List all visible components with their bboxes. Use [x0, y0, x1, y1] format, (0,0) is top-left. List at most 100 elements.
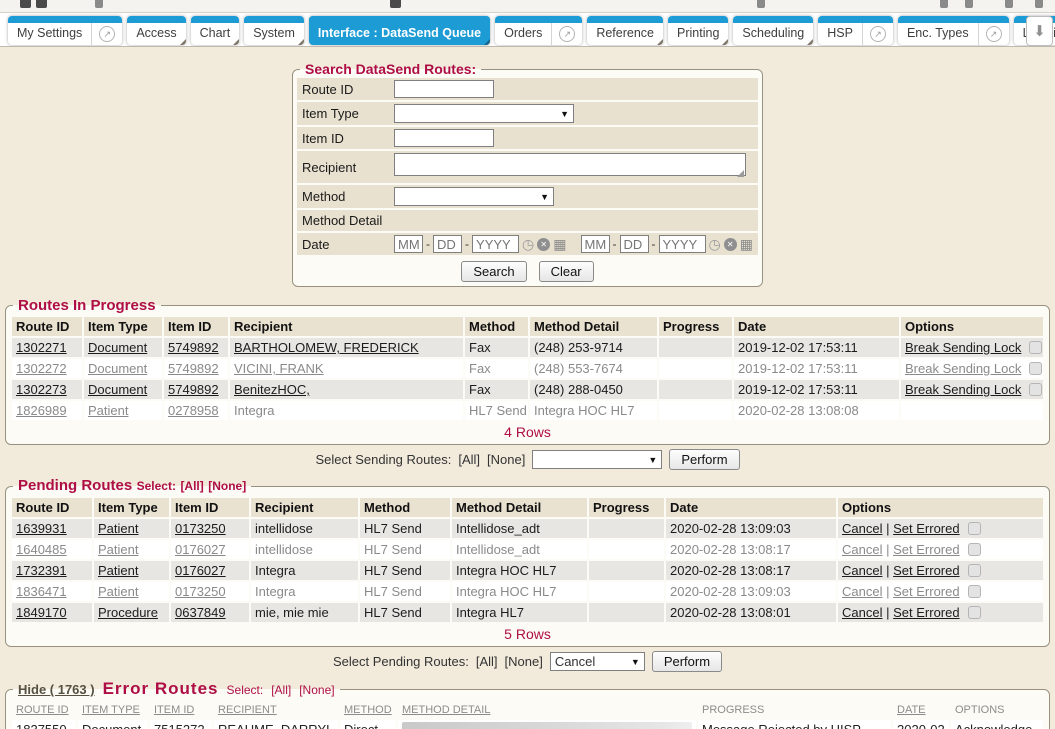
item-type-link[interactable]: Patient — [98, 584, 138, 599]
route-id-link[interactable]: 1836471 — [16, 584, 67, 599]
set-errored-link[interactable]: Set Errored — [893, 542, 959, 557]
perform-pending-button[interactable]: Perform — [652, 651, 722, 672]
sort-link[interactable]: ITEM TYPE — [82, 704, 140, 716]
select-all-link[interactable]: [All] — [180, 479, 203, 493]
toolbar-icon[interactable] — [1035, 0, 1043, 8]
item-id-link[interactable]: 5749892 — [168, 340, 219, 355]
clock-icon[interactable]: ◷ — [522, 237, 534, 251]
row-select-checkbox[interactable] — [1029, 362, 1042, 375]
end-year-input[interactable] — [659, 235, 706, 253]
item-type-link[interactable]: Patient — [98, 542, 138, 557]
item-type-link[interactable]: Document — [88, 361, 147, 376]
set-errored-link[interactable]: Set Errored — [893, 563, 959, 578]
route-id-link[interactable]: 1849170 — [16, 605, 67, 620]
item-id-link[interactable]: 0173250 — [175, 584, 226, 599]
clear-date-icon[interactable]: ✕ — [537, 238, 550, 251]
toolbar-icon[interactable] — [390, 0, 401, 8]
sort-link[interactable]: DATE — [897, 704, 926, 716]
item-type-link[interactable]: Procedure — [98, 605, 158, 620]
row-select-checkbox[interactable] — [968, 522, 981, 535]
set-errored-link[interactable]: Set Errored — [893, 584, 959, 599]
search-button[interactable]: Search — [461, 261, 526, 282]
calendar-icon[interactable]: ▦ — [553, 237, 566, 251]
cancel-link[interactable]: Cancel — [842, 563, 882, 578]
select-none-link[interactable]: [None] — [505, 654, 543, 669]
sending-action-select[interactable]: ▼ — [532, 450, 662, 469]
item-id-link[interactable]: 0176027 — [175, 542, 226, 557]
tab-system[interactable]: System — [244, 16, 304, 45]
item-type-link[interactable]: Document — [88, 340, 147, 355]
item-id-link[interactable]: 5749892 — [168, 382, 219, 397]
toolbar-icon[interactable] — [965, 0, 973, 8]
calendar-icon[interactable]: ▦ — [740, 237, 753, 251]
item-id-link[interactable]: 0176027 — [175, 563, 226, 578]
error-options-links[interactable]: Acknowledge | Resend | — [955, 722, 1032, 729]
break-sending-lock-link[interactable]: Break Sending Lock — [905, 361, 1021, 376]
toolbar-icon[interactable] — [1005, 0, 1013, 8]
tab-chart[interactable]: Chart — [191, 16, 240, 45]
resize-handle-icon[interactable] — [737, 170, 744, 177]
sort-link[interactable]: RECIPIENT — [218, 704, 277, 716]
item-id-input[interactable] — [394, 129, 494, 147]
tab-reference[interactable]: Reference — [587, 16, 663, 45]
row-select-checkbox[interactable] — [968, 585, 981, 598]
recipient-link[interactable]: BARTHOLOMEW, FREDERICK — [234, 340, 419, 355]
route-id-link[interactable]: 1732391 — [16, 563, 67, 578]
clock-icon[interactable]: ◷ — [709, 237, 721, 251]
clear-date-icon[interactable]: ✕ — [724, 238, 737, 251]
cancel-link[interactable]: Cancel — [842, 605, 882, 620]
tab-my-settings[interactable]: My Settings ↗ — [8, 16, 122, 45]
tab-enc-types[interactable]: Enc. Types ↗ — [898, 16, 1009, 45]
row-select-checkbox[interactable] — [968, 606, 981, 619]
toolbar-icon[interactable] — [757, 0, 765, 8]
recipient-input[interactable] — [394, 153, 746, 176]
end-month-input[interactable] — [581, 235, 610, 253]
route-id-link[interactable]: 1302272 — [16, 361, 67, 376]
tab-overflow-down-button[interactable]: ⬇ — [1026, 16, 1053, 46]
select-none-link[interactable]: [None] — [208, 479, 246, 493]
toolbar-icon[interactable] — [20, 0, 31, 8]
recipient-link[interactable]: VICINI, FRANK — [234, 361, 324, 376]
row-select-checkbox[interactable] — [1029, 341, 1042, 354]
tab-hsp[interactable]: HSP ↗ — [818, 16, 893, 45]
end-day-input[interactable] — [620, 235, 649, 253]
select-none-link[interactable]: [None] — [299, 683, 334, 697]
set-errored-link[interactable]: Set Errored — [893, 605, 959, 620]
route-id-input[interactable] — [394, 80, 494, 98]
select-all-link[interactable]: [All] — [476, 654, 498, 669]
item-type-link[interactable]: Patient — [98, 521, 138, 536]
cancel-link[interactable]: Cancel — [842, 584, 882, 599]
route-id-link[interactable]: 1826989 — [16, 403, 67, 418]
method-select[interactable]: ▼ — [394, 187, 554, 206]
tab-scheduling[interactable]: Scheduling — [733, 16, 813, 45]
select-all-link[interactable]: [All] — [271, 683, 291, 697]
item-id-link[interactable]: 0637849 — [175, 605, 226, 620]
item-id-link[interactable]: 0173250 — [175, 521, 226, 536]
row-select-checkbox[interactable] — [1029, 383, 1042, 396]
toolbar-icon[interactable] — [95, 0, 103, 8]
item-type-link[interactable]: Patient — [98, 563, 138, 578]
set-errored-link[interactable]: Set Errored — [893, 521, 959, 536]
row-select-checkbox[interactable] — [968, 543, 981, 556]
route-id-link[interactable]: 1639931 — [16, 521, 67, 536]
hide-errors-link[interactable]: Hide ( 1763 ) — [18, 682, 95, 697]
item-type-select[interactable]: ▼ — [394, 104, 574, 123]
route-id-link[interactable]: 1640485 — [16, 542, 67, 557]
tab-printing[interactable]: Printing — [668, 16, 728, 45]
select-none-link[interactable]: [None] — [487, 452, 525, 467]
row-select-checkbox[interactable] — [968, 564, 981, 577]
break-sending-lock-link[interactable]: Break Sending Lock — [905, 340, 1021, 355]
recipient-link[interactable]: BenitezHOC, — [234, 382, 310, 397]
break-sending-lock-link[interactable]: Break Sending Lock — [905, 382, 1021, 397]
start-day-input[interactable] — [433, 235, 462, 253]
tab-orders[interactable]: Orders ↗ — [495, 16, 582, 45]
start-month-input[interactable] — [394, 235, 423, 253]
item-type-link[interactable]: Patient — [88, 403, 128, 418]
select-all-link[interactable]: [All] — [458, 452, 480, 467]
sort-link[interactable]: ROUTE ID — [16, 704, 69, 716]
toolbar-search-icon[interactable] — [940, 0, 948, 8]
toolbar-icon[interactable] — [36, 0, 47, 8]
item-id-link[interactable]: 5749892 — [168, 361, 219, 376]
sort-link[interactable]: ITEM ID — [154, 704, 194, 716]
sort-link[interactable]: METHOD — [344, 704, 392, 716]
